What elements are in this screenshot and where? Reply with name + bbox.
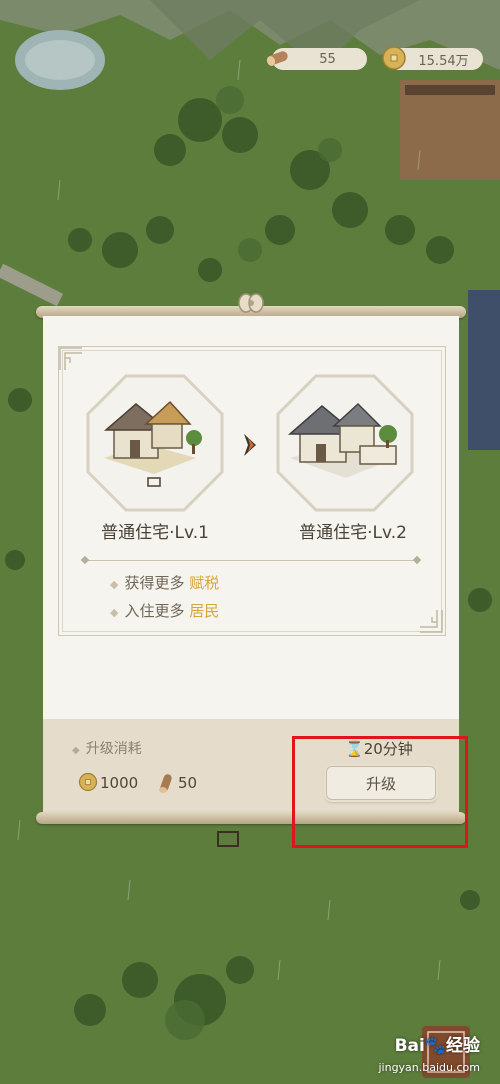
watermark-brand: Bai <box>394 1036 425 1056</box>
gold-coin-icon <box>78 772 98 792</box>
coin-count: 15.54万 <box>418 53 469 69</box>
cost-title-text: 升级消耗 <box>85 741 142 757</box>
cost-title: ◆ 升级消耗 <box>72 738 142 758</box>
benefit-item: ◆ 入住更多 居民 <box>110 600 219 621</box>
watermark-url: jingyan.baidu.com <box>378 1061 480 1074</box>
building-next-name: 普通住宅·Lv.2 <box>299 523 407 543</box>
benefit-item: ◆ 获得更多 赋税 <box>110 572 219 593</box>
gold-coin-icon <box>382 46 406 70</box>
cost-wood: 50 <box>156 771 216 795</box>
cost-coin: 1000 <box>78 771 138 795</box>
building-lv2-image <box>276 374 414 512</box>
wood-count: 55 <box>319 51 336 67</box>
benefit-highlight: 居民 <box>189 602 220 620</box>
frame-corner-icon <box>420 610 443 633</box>
wood-log-icon <box>266 51 288 66</box>
arrow-right-icon <box>244 434 256 456</box>
cost-coin-value: 1000 <box>100 774 139 792</box>
building-current-name: 普通住宅·Lv.1 <box>101 523 209 543</box>
coin-resource: 15.54万 <box>382 46 483 70</box>
baidu-watermark: Bai🐾经验 <box>395 1031 480 1056</box>
section-divider <box>86 560 416 561</box>
frame-corner-icon <box>59 347 82 370</box>
benefit-highlight: 赋税 <box>189 574 220 592</box>
bullet-diamond-icon: ◆ <box>110 578 119 591</box>
annotation-highlight-box <box>292 736 468 848</box>
wood-resource: 55 <box>266 48 367 70</box>
bullet-diamond-icon: ◆ <box>110 606 119 619</box>
bullet-diamond-icon: ◆ <box>72 745 80 756</box>
watermark-paw-icon: 🐾 <box>424 1036 446 1056</box>
benefit-text: 入住更多 <box>124 602 185 620</box>
benefit-text: 获得更多 <box>124 574 185 592</box>
cost-wood-value: 50 <box>178 774 198 792</box>
scroll-knot-icon <box>238 293 264 313</box>
watermark-suffix: 经验 <box>446 1036 480 1056</box>
building-lv1-image <box>86 374 224 512</box>
wood-log-icon <box>159 774 172 793</box>
